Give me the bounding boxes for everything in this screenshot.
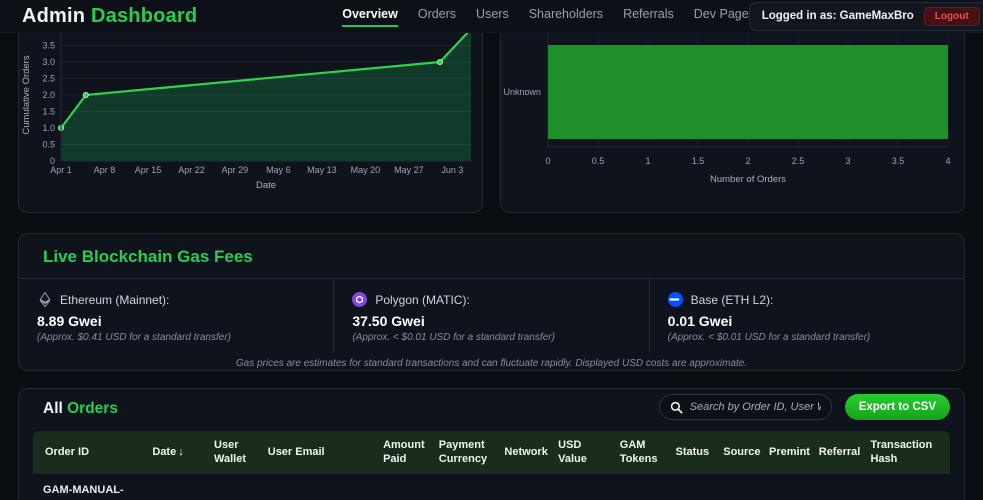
orders-search [659, 394, 832, 420]
svg-text:0.5: 0.5 [592, 156, 605, 166]
column-header-gam-tokens[interactable]: GAM Tokens [616, 435, 672, 471]
orders-controls: Export to CSV [659, 394, 950, 420]
nav-item-referrals[interactable]: Referrals [623, 7, 674, 27]
orders-table-header: Order IDDate↓User WalletUser EmailAmount… [33, 431, 950, 474]
column-header-source[interactable]: Source [719, 442, 765, 464]
sort-desc-icon: ↓ [178, 446, 184, 458]
svg-text:Date: Date [256, 180, 276, 191]
svg-text:1: 1 [645, 156, 650, 166]
gas-fees-disclaimer: Gas prices are estimates for standard tr… [19, 358, 964, 369]
gas-network-label: Polygon (MATIC): [375, 293, 469, 307]
svg-text:0.5: 0.5 [42, 140, 55, 150]
svg-text:3.5: 3.5 [892, 156, 905, 166]
svg-text:May 20: May 20 [351, 165, 381, 175]
base-icon [668, 292, 683, 307]
svg-text:3.5: 3.5 [42, 41, 55, 51]
gas-network-label: Base (ETH L2): [691, 293, 774, 307]
logged-in-label: Logged in as: GameMaxBro [762, 10, 914, 22]
svg-text:Apr 22: Apr 22 [178, 165, 205, 175]
gas-network-label: Ethereum (Mainnet): [60, 293, 169, 307]
nav-item-orders[interactable]: Orders [418, 7, 456, 27]
svg-text:Apr 1: Apr 1 [50, 165, 72, 175]
column-header-date[interactable]: Date↓ [148, 442, 210, 464]
nav-item-shareholders[interactable]: Shareholders [529, 7, 603, 27]
nav-item-dev-page[interactable]: Dev Page [694, 7, 749, 27]
svg-text:Apr 15: Apr 15 [135, 165, 162, 175]
svg-text:May 6: May 6 [266, 165, 291, 175]
svg-text:1.5: 1.5 [42, 107, 55, 117]
gas-item-ethereum-mainnet: Ethereum (Mainnet): 8.89 Gwei (Approx. $0.… [19, 279, 333, 353]
orders-table: Order IDDate↓User WalletUser EmailAmount… [33, 431, 950, 496]
ethereum-icon [37, 292, 52, 307]
svg-text:Apr 29: Apr 29 [222, 165, 249, 175]
column-header-user-email[interactable]: User Email [264, 442, 379, 464]
column-header-network[interactable]: Network [500, 442, 554, 464]
svg-text:2.5: 2.5 [792, 156, 805, 166]
polygon-icon [352, 292, 367, 307]
table-row[interactable]: GAM-MANUAL- [33, 474, 950, 496]
svg-text:Number of Orders: Number of Orders [710, 174, 786, 185]
gas-value: 0.01 Gwei [668, 313, 944, 329]
search-icon [670, 401, 683, 414]
main-nav: Overview Orders Users Shareholders Referrals… [342, 7, 748, 27]
svg-text:May 27: May 27 [394, 165, 424, 175]
svg-text:3.0: 3.0 [42, 57, 55, 67]
svg-text:Apr 8: Apr 8 [94, 165, 116, 175]
gas-fees-columns: Ethereum (Mainnet): 8.89 Gwei (Approx. $0.… [19, 279, 964, 353]
export-csv-button[interactable]: Export to CSV [845, 394, 950, 420]
gas-item-base-eth-l2: Base (ETH L2): 0.01 Gwei (Approx. < $0.01 … [649, 279, 964, 353]
nav-item-users[interactable]: Users [476, 7, 509, 27]
nav-item-overview[interactable]: Overview [342, 7, 398, 27]
gas-value: 37.50 Gwei [352, 313, 628, 329]
column-header-order-id[interactable]: Order ID [41, 442, 148, 464]
svg-text:Unknown: Unknown [503, 87, 541, 97]
column-header-transaction-hash[interactable]: Transaction Hash [866, 435, 950, 471]
logout-button[interactable]: Logout [924, 7, 980, 26]
gas-fees-title: Live Blockchain Gas Fees [19, 234, 964, 279]
column-header-status[interactable]: Status [672, 442, 720, 464]
orders-card: All Orders Export to CSV Order IDDate↓Us… [18, 388, 965, 500]
gas-note: (Approx. < $0.01 USD for a standard tran… [668, 332, 944, 343]
svg-text:May 13: May 13 [307, 165, 337, 175]
gas-note: (Approx. $0.41 USD for a standard transf… [37, 332, 313, 343]
svg-text:Cumulative Orders: Cumulative Orders [21, 55, 32, 134]
gas-note: (Approx. < $0.01 USD for a standard tran… [352, 332, 628, 343]
svg-text:4: 4 [945, 156, 950, 166]
svg-text:0: 0 [545, 156, 550, 166]
svg-text:2.0: 2.0 [42, 90, 55, 100]
svg-text:2.5: 2.5 [42, 74, 55, 84]
gas-value: 8.89 Gwei [37, 313, 313, 329]
svg-text:1.0: 1.0 [42, 123, 55, 133]
top-nav-bar: Admin Dashboard Overview Orders Users Share… [0, 0, 983, 33]
svg-text:Jun 3: Jun 3 [441, 165, 463, 175]
logged-in-box: Logged in as: GameMaxBro Logout [749, 2, 983, 31]
column-header-usd-value[interactable]: USD Value [554, 435, 616, 471]
svg-text:2: 2 [745, 156, 750, 166]
gas-fees-card: Live Blockchain Gas Fees Ethereum (Mainn… [18, 233, 965, 371]
svg-text:3: 3 [845, 156, 850, 166]
dashboard-page: Admin Dashboard Overview Orders Users Share… [0, 0, 983, 500]
gas-item-polygon-matic: Polygon (MATIC): 37.50 Gwei (Approx. < $0.… [333, 279, 648, 353]
page-title: Admin Dashboard [22, 5, 197, 28]
column-header-referral[interactable]: Referral [815, 442, 867, 464]
column-header-user-wallet[interactable]: User Wallet [210, 435, 264, 471]
column-header-payment-currency[interactable]: Payment Currency [435, 435, 501, 471]
svg-text:1.5: 1.5 [692, 156, 705, 166]
column-header-amount-paid[interactable]: Amount Paid [379, 435, 435, 471]
column-header-premint[interactable]: Premint [765, 442, 815, 464]
search-input[interactable] [690, 401, 821, 413]
